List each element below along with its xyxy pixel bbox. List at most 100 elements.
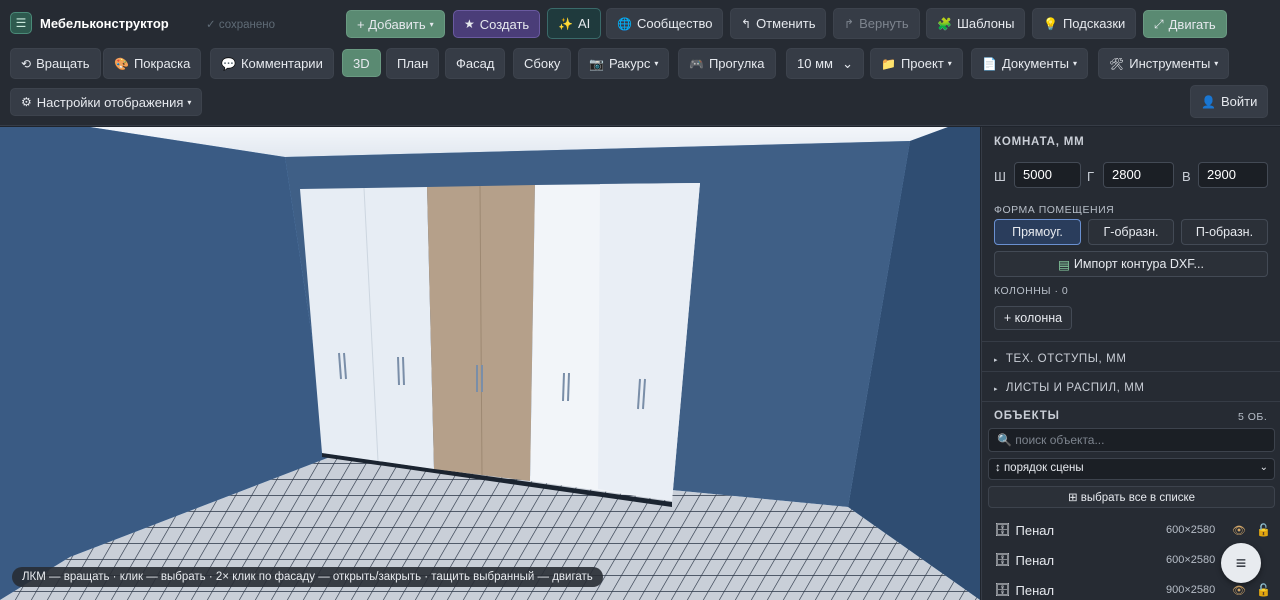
menu-fab-button[interactable]: ≡ [1221,543,1261,583]
ai-label: AI [577,16,591,31]
expand-icon: ▸ [994,357,999,364]
sort-order-value: ↕ порядок сцены [995,462,1084,474]
puzzle-icon: 🧩 [937,16,952,31]
step-select[interactable]: 10 мм ⌄ [786,48,864,79]
login-button[interactable]: 👤 Войти [1190,85,1269,118]
import-dxf-button[interactable]: ▤ Импорт контура DXF... [994,251,1268,277]
login-label: Войти [1220,94,1258,109]
sheets-label: ЛИСТЫ И РАСПИЛ, ММ [1005,382,1145,394]
3d-viewport[interactable]: ЛКМ — вращать · клик — выбрать · 2× клик… [0,127,980,600]
width-label: Ш [994,169,1006,184]
controls-hint: ЛКМ — вращать · клик — выбрать · 2× клик… [12,567,603,587]
list-item[interactable]: 🗄 Пенал 600×2580 👁 🔓 [994,517,1280,543]
folder-icon: 📁 [881,56,896,71]
facade-view-button[interactable]: Фасад [445,48,506,79]
undo-label: Отменить [756,16,816,31]
columns-label: КОЛОННЫ · 0 [994,285,1069,297]
shape-rect-button[interactable]: Прямоуг. [994,219,1081,245]
add-column-button[interactable]: + колонна [994,306,1072,330]
properties-panel: КОМНАТА, ММ Ш 5000 Г 2800 В 2900 ФОРМА П… [981,127,1280,600]
view-3d-button[interactable]: 3D [342,49,381,77]
camera-angle-button[interactable]: 📷 Ракурс ▾ [578,48,670,79]
hamburger-icon: ≡ [1235,552,1247,573]
tools-menu-button[interactable]: 🛠 Инструменты ▾ [1098,48,1230,79]
redo-button[interactable]: ↱ Вернуть [833,8,920,39]
user-icon: 👤 [1201,94,1216,109]
save-status: ✓ сохранено [206,19,276,31]
speech-bubble-icon: 💬 [221,56,236,71]
palette-icon: 🎨 [114,56,129,71]
view-3d-label: 3D [353,55,370,71]
room-height-input[interactable]: 2900 [1198,162,1268,188]
eye-icon[interactable]: 👁 [1232,584,1246,597]
rotate-label: Вращать [36,56,90,71]
depth-label: Г [1087,169,1095,184]
globe-icon: 🌐 [617,16,632,31]
rotate-button[interactable]: ⟲ Вращать [10,48,101,79]
cabinet-panel-1[interactable] [300,187,434,469]
shape-u-button[interactable]: П-образн. [1181,219,1268,245]
paint-label: Покраска [133,56,191,71]
documents-menu-button[interactable]: 📄 Документы ▾ [971,48,1088,79]
tips-label: Подсказки [1062,16,1126,31]
create-button[interactable]: ★ Создать [453,10,541,38]
shape-l-button[interactable]: Г-образн. [1088,219,1174,245]
rotate-icon: ⟲ [21,56,32,71]
plan-view-button[interactable]: План [386,48,440,79]
lock-icon[interactable]: 🔓 [1256,583,1271,597]
walk-button[interactable]: 🎮 Прогулка [678,48,776,79]
side-label: Сбоку [524,56,561,71]
move-label: Двигать [1168,16,1216,32]
facade-label: Фасад [456,56,495,71]
project-menu-button[interactable]: 📁 Проект ▾ [870,48,963,79]
chevron-down-icon: ▾ [947,59,952,68]
sort-order-select[interactable]: ↕ порядок сцены ⌄ [988,458,1275,480]
plan-label: План [397,56,429,71]
chevron-down-icon: ▾ [429,19,434,29]
templates-label: Шаблоны [956,16,1015,31]
expand-icon: ▸ [994,386,999,393]
side-view-button[interactable]: Сбоку [513,48,572,79]
cabinet-icon: 🗄 [994,522,1011,537]
room-title: КОМНАТА, ММ [994,136,1085,148]
object-name: Пенал [1015,522,1055,538]
step-value: 10 мм [797,56,833,71]
camera-icon: 📷 [589,56,604,71]
app-logo-icon: ☰ [10,12,32,34]
room-depth-input[interactable]: 2800 [1103,162,1174,188]
chevron-down-icon: ⌄ [842,55,853,71]
tech-offsets-section[interactable]: ▸ ТЕХ. ОТСТУПЫ, ММ [982,341,1280,371]
undo-button[interactable]: ↰ Отменить [730,8,827,39]
ai-button[interactable]: ✨ AI [547,8,602,39]
templates-button[interactable]: 🧩 Шаблоны [926,8,1026,39]
lock-icon[interactable]: 🔓 [1256,523,1271,537]
community-button[interactable]: 🌐 Сообщество [606,8,724,39]
chevron-down-icon: ⌄ [1259,462,1268,473]
add-button[interactable]: + Добавить ▾ [346,10,445,38]
camera-angle-label: Ракурс [608,56,651,71]
gamepad-icon: 🎮 [689,56,704,71]
eye-icon[interactable]: 👁 [1232,524,1246,537]
create-label: Создать [479,16,530,32]
move-button[interactable]: ⤢ Двигать [1143,10,1227,38]
chevron-down-icon: ▾ [1072,59,1077,68]
chevron-down-icon: ▾ [654,59,659,68]
tips-button[interactable]: 💡 Подсказки [1032,8,1137,39]
add-label: + Добавить [357,16,426,32]
room-width-input[interactable]: 5000 [1014,162,1081,188]
top-toolbar: ☰ Мебельконструктор ✓ сохранено + Добави… [0,0,1280,126]
display-settings-button[interactable]: ⚙ Настройки отображения ▾ [10,88,203,116]
comments-button[interactable]: 💬 Комментарии [210,48,334,79]
paint-button[interactable]: 🎨 Покраска [103,48,202,79]
redo-label: Вернуть [859,16,909,31]
sparkles-icon: ✨ [558,16,573,31]
room-scene[interactable] [0,127,980,600]
community-label: Сообщество [636,16,713,31]
sheets-section[interactable]: ▸ ЛИСТЫ И РАСПИЛ, ММ [982,371,1280,401]
tools-label: Инструменты [1129,56,1211,71]
cabinet-icon: 🗄 [994,582,1011,597]
object-search-input[interactable]: 🔍 поиск объекта... [988,428,1275,452]
select-all-button[interactable]: ⊞ выбрать все в списке [988,486,1275,508]
comments-label: Комментарии [240,56,323,71]
tools-icon: 🛠 [1109,56,1125,71]
